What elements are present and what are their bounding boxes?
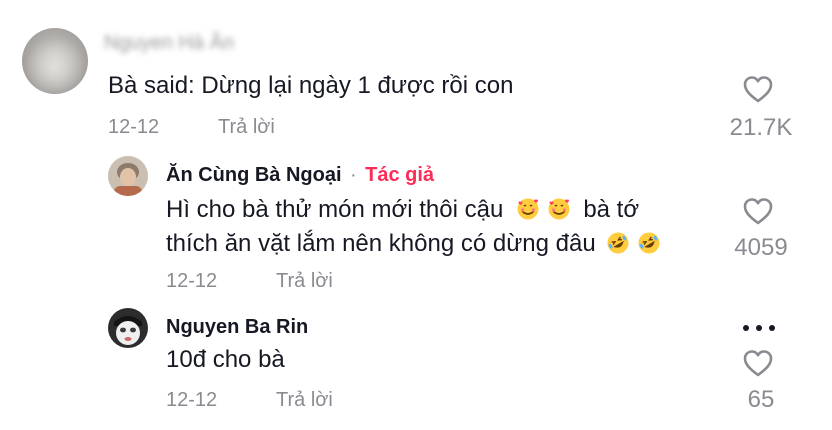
comment-text: Bà said: Dừng lại ngày 1 được rồi con <box>108 72 514 99</box>
smiling-face-with-hearts-emoji <box>516 196 547 223</box>
commenter-name[interactable]: Ăn Cùng Bà Ngoại <box>166 164 342 186</box>
like-button[interactable] <box>742 74 778 108</box>
reply-button[interactable]: Trả lời <box>276 389 333 412</box>
heart-outline-icon <box>743 76 773 103</box>
name-row: Ăn Cùng Bà Ngoại · Tác giả <box>166 164 434 187</box>
rolling-on-floor-laughing-emoji <box>637 230 661 257</box>
more-options-button[interactable] <box>740 318 780 338</box>
like-button[interactable] <box>742 196 778 230</box>
comment-date: 12-12 <box>166 270 218 292</box>
avatar[interactable] <box>108 156 148 196</box>
comment-date: 12-12 <box>166 389 218 411</box>
comment-text-line-1: Hì cho bà thử món mới thôi cậu bà tớ <box>166 192 639 228</box>
rofl-emoji-1 <box>607 232 629 254</box>
comment-text-line-2: thích ăn vặt lắm nên không có dừng đâu <box>166 226 661 262</box>
more-dots-icon <box>743 325 775 331</box>
like-button[interactable] <box>742 348 778 382</box>
rolling-on-floor-laughing-emoji <box>606 230 637 257</box>
like-count: 4059 <box>734 234 788 261</box>
author-badge: Tác giả <box>365 164 435 186</box>
smile-hearts-emoji-2 <box>548 198 570 220</box>
commenter-name[interactable]: Nguyen Hà Ân <box>104 32 234 55</box>
commenter-name[interactable]: Nguyen Ba Rin <box>166 316 308 339</box>
reply-button[interactable]: Trả lời <box>218 116 275 139</box>
heart-outline-icon <box>743 350 773 377</box>
avatar[interactable] <box>22 28 88 94</box>
avatar[interactable] <box>108 308 148 348</box>
like-count: 21.7K <box>729 114 793 141</box>
separator-dot: · <box>350 164 357 186</box>
comment-text-part: thích ăn vặt lắm nên không có dừng đâu <box>166 230 596 257</box>
smile-hearts-emoji-1 <box>517 198 539 220</box>
heart-outline-icon <box>743 198 773 225</box>
smiling-face-with-hearts-emoji <box>547 196 578 223</box>
comment-text: 10đ cho bà <box>166 346 285 373</box>
reply-button[interactable]: Trả lời <box>276 270 333 293</box>
comment-text-part: Hì cho bà thử món mới thôi cậu <box>166 196 504 223</box>
avatar-image <box>108 308 148 348</box>
comment-date: 12-12 <box>108 116 160 138</box>
comment-text-part: bà tớ <box>583 196 640 223</box>
avatar-image <box>108 156 148 196</box>
rofl-emoji-2 <box>638 232 660 254</box>
like-count: 65 <box>747 386 775 413</box>
